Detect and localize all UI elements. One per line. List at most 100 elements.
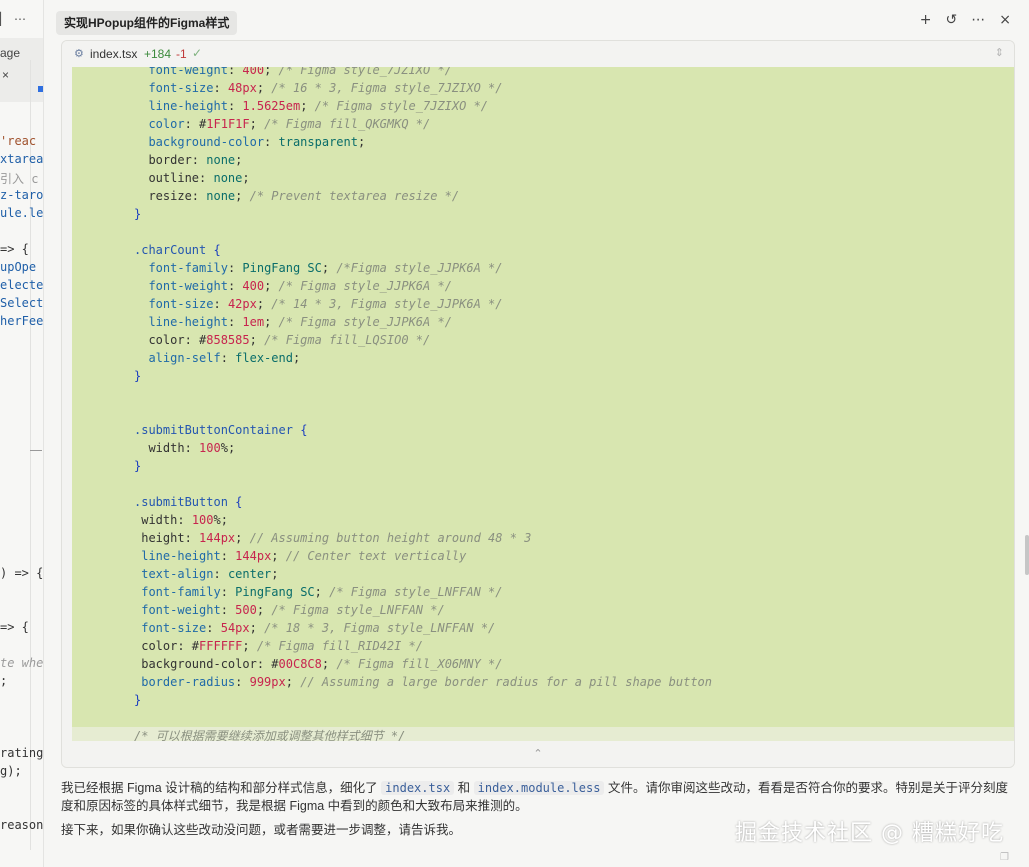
code-token: ; bbox=[264, 315, 279, 329]
collapse-toggle-icon[interactable]: ⇕ bbox=[995, 46, 1004, 59]
code-token: : # bbox=[184, 117, 207, 131]
code-line: .charCount { bbox=[72, 241, 221, 259]
code-line: border-radius: 999px; // Assuming a larg… bbox=[72, 673, 712, 691]
code-token: ; bbox=[264, 67, 279, 77]
diff-additions: +184 bbox=[144, 47, 172, 61]
code-token: /* Figma style_JJPK6A */ bbox=[278, 279, 452, 293]
code-token: 500 bbox=[235, 603, 257, 617]
diff-code-area: font-weight: 400; /* Figma style_7JZIXO … bbox=[72, 67, 1014, 743]
code-token: font-weight bbox=[141, 603, 221, 617]
code-line: font-weight: 500; /* Figma style_LNFFAN … bbox=[72, 601, 444, 619]
scrollbar-thumb[interactable] bbox=[1025, 535, 1029, 575]
inline-code-file: index.module.less bbox=[473, 781, 605, 795]
code-line: .submitButton { bbox=[72, 493, 242, 511]
code-line: color: #858585; /* Figma fill_LQSIO0 */ bbox=[72, 331, 430, 349]
more-icon[interactable]: ⋯ bbox=[14, 12, 26, 26]
new-chat-icon[interactable]: + bbox=[920, 12, 932, 28]
code-token: height: bbox=[141, 531, 200, 545]
code-token: line-height bbox=[148, 99, 228, 113]
left-code-fragment: Select bbox=[0, 296, 44, 310]
code-token: // Assuming a large border radius for a … bbox=[300, 675, 712, 689]
code-line: background-color: transparent; bbox=[72, 133, 365, 151]
modified-marker bbox=[38, 86, 43, 92]
code-token: ; bbox=[256, 297, 272, 311]
code-token: ; bbox=[242, 171, 250, 185]
code-token: 00C8C8 bbox=[278, 657, 322, 671]
code-token: /* Figma fill_QKGMKQ */ bbox=[264, 117, 431, 131]
code-token: ; bbox=[314, 585, 330, 599]
code-token: align-self bbox=[148, 351, 221, 365]
diff-filename[interactable]: index.tsx bbox=[90, 47, 137, 61]
code-line: width: 100%; bbox=[72, 511, 228, 529]
code-line: resize: none; /* Prevent textarea resize… bbox=[72, 187, 459, 205]
code-line: outline: none; bbox=[72, 169, 250, 187]
code-token: PingFang SC bbox=[242, 261, 322, 275]
code-line: text-align: center; bbox=[72, 565, 278, 583]
chat-top-actions: + ↺ ⋯ × bbox=[920, 12, 1011, 28]
chat-tab-title[interactable]: 实现HPopup组件的Figma样式 bbox=[56, 11, 238, 35]
code-token: none bbox=[213, 171, 243, 185]
code-token: .submitButtonContainer bbox=[134, 423, 293, 437]
history-icon[interactable]: ↺ bbox=[946, 12, 958, 28]
code-token: 1F1F1F bbox=[206, 117, 250, 131]
code-line: .submitButtonContainer { bbox=[72, 421, 307, 439]
code-token: .submitButton bbox=[134, 495, 228, 509]
code-token: color bbox=[148, 117, 185, 131]
code-token: /* Figma style_LNFFAN */ bbox=[329, 585, 503, 599]
code-token: /* Figma fill_X06MNY */ bbox=[336, 657, 503, 671]
code-token: : bbox=[227, 261, 243, 275]
code-token: ; bbox=[292, 351, 301, 365]
code-token: 54px bbox=[220, 621, 250, 635]
code-line: width: 100%; bbox=[72, 439, 235, 457]
left-code-fragment: z-taro bbox=[0, 188, 44, 202]
code-token: 42px bbox=[227, 297, 257, 311]
left-editor-tab[interactable]: age × bbox=[0, 38, 43, 102]
code-token: 144px bbox=[199, 531, 236, 545]
code-token: : bbox=[227, 315, 243, 329]
code-line: font-family: PingFang SC; /* Figma style… bbox=[72, 583, 503, 601]
code-token: : bbox=[213, 567, 228, 581]
code-token: // Assuming button height around 48 * 3 bbox=[249, 531, 532, 545]
code-line: } bbox=[72, 691, 141, 709]
code-token: ; bbox=[321, 657, 337, 671]
code-token: transparent bbox=[278, 135, 358, 149]
code-token: %; bbox=[220, 441, 236, 455]
code-line: font-size: 54px; /* 18 * 3, Figma style_… bbox=[72, 619, 495, 637]
code-token: ; bbox=[357, 135, 366, 149]
close-icon[interactable]: × bbox=[2, 68, 9, 82]
code-token: ; bbox=[235, 531, 250, 545]
expand-diff-button[interactable]: ⌃ bbox=[62, 741, 1014, 767]
code-line: color: #1F1F1F; /* Figma fill_QKGMKQ */ bbox=[72, 115, 430, 133]
code-token: %; bbox=[213, 513, 228, 527]
code-line: align-self: flex-end; bbox=[72, 349, 300, 367]
copy-icon[interactable]: ❐ bbox=[1000, 852, 1009, 863]
more-options-icon[interactable]: ⋯ bbox=[971, 12, 985, 28]
diff-header[interactable]: ⚙ index.tsx +184 -1 ✓ ⇕ bbox=[62, 41, 1014, 67]
code-token: ; bbox=[249, 117, 265, 131]
code-token: font-size bbox=[148, 81, 214, 95]
code-line: line-height: 144px; // Center text verti… bbox=[72, 547, 466, 565]
code-token: 1.5625em bbox=[242, 99, 301, 113]
code-line: color: #FFFFFF; /* Figma fill_RID42I */ bbox=[72, 637, 423, 655]
code-line: background-color: #00C8C8; /* Figma fill… bbox=[72, 655, 503, 673]
code-line: } bbox=[72, 457, 141, 475]
code-token: line-height bbox=[141, 549, 221, 563]
code-token: ; bbox=[235, 189, 250, 203]
close-icon[interactable]: × bbox=[999, 12, 1011, 28]
code-token: 858585 bbox=[206, 333, 250, 347]
code-token: font-family bbox=[141, 585, 221, 599]
code-token: : bbox=[235, 675, 250, 689]
panel-toggle-icon[interactable]: ▏ bbox=[0, 12, 9, 26]
code-token: border-radius bbox=[141, 675, 236, 689]
code-token: ; bbox=[242, 639, 257, 653]
code-line: font-weight: 400; /* Figma style_7JZIXO … bbox=[72, 67, 451, 79]
code-token: : bbox=[213, 297, 228, 311]
code-token: : bbox=[213, 81, 228, 95]
code-line: line-height: 1.5625em; /* Figma style_7J… bbox=[72, 97, 488, 115]
